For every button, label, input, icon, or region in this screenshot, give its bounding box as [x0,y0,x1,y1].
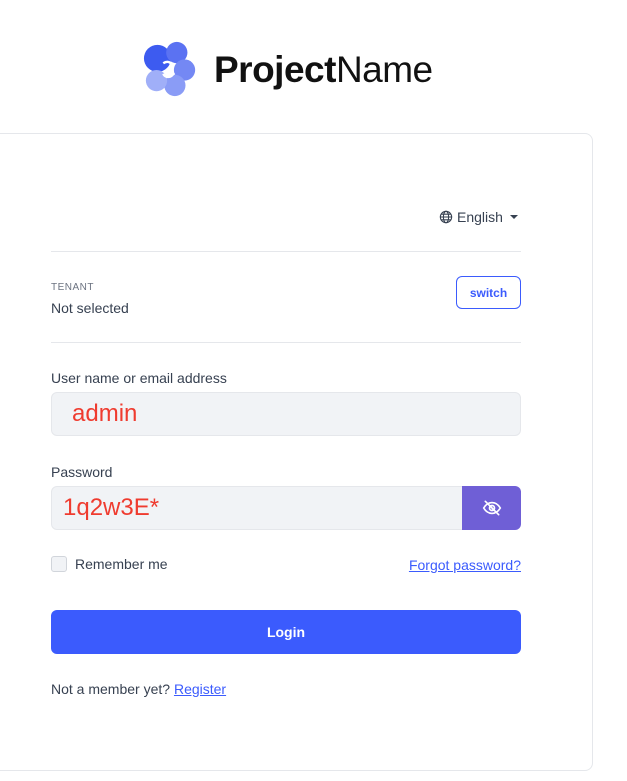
divider [51,251,521,252]
tenant-value: Not selected [51,300,129,316]
switch-tenant-button[interactable]: switch [456,276,521,309]
password-input[interactable] [51,486,463,530]
eye-slash-icon [482,500,501,516]
language-label: English [457,209,503,225]
register-prompt: Not a member yet? Register [51,681,226,697]
globe-icon [439,210,453,224]
brand-logo: ProjectName [142,38,433,100]
brand-name: ProjectName [214,51,433,88]
tenant-label: TENANT [51,282,94,293]
username-input[interactable] [51,392,521,436]
toggle-password-visibility-button[interactable] [462,486,521,530]
register-prompt-text: Not a member yet? [51,681,171,697]
project-logo-icon [143,41,196,97]
register-link[interactable]: Register [174,681,226,697]
login-button[interactable]: Login [51,610,521,654]
caret-down-icon [509,215,518,219]
brand-name-bold: Project [214,48,336,90]
brand-name-light: Name [335,48,433,90]
remember-me-checkbox[interactable] [51,556,67,572]
divider [51,342,521,343]
remember-me-label: Remember me [75,556,168,572]
password-label: Password [51,464,113,480]
login-card [0,133,593,771]
forgot-password-link[interactable]: Forgot password? [409,557,521,573]
language-selector[interactable]: English [439,208,518,226]
remember-me: Remember me [51,556,168,572]
username-label: User name or email address [51,370,227,386]
